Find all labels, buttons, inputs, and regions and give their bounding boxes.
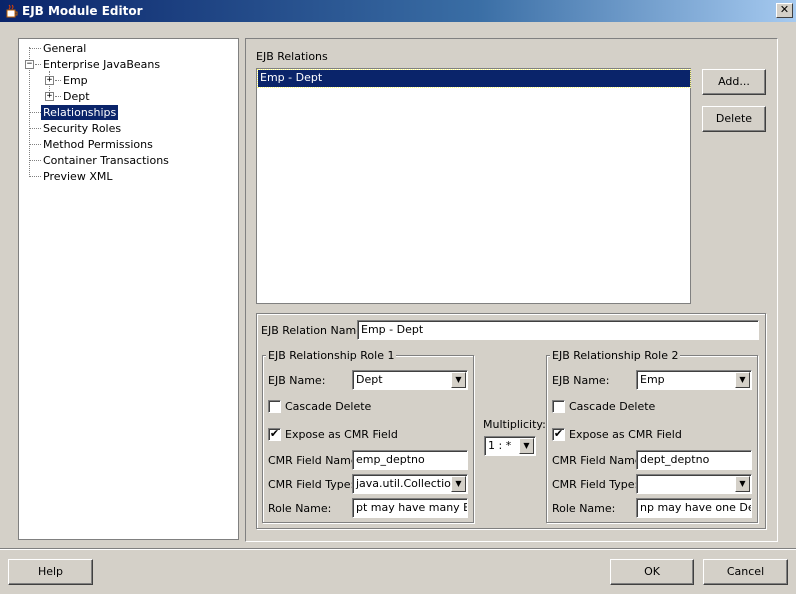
help-button[interactable]: Help bbox=[8, 559, 93, 585]
role1-expose-cmr-label: Expose as CMR Field bbox=[285, 428, 398, 441]
relation-name-input[interactable]: Emp - Dept bbox=[357, 320, 759, 340]
role1-role-name-label: Role Name: bbox=[268, 502, 332, 515]
tree-item-method-permissions[interactable]: Method Permissions bbox=[29, 137, 229, 152]
role2-ejb-name-combo[interactable]: Emp ▼ bbox=[636, 370, 752, 390]
cancel-button[interactable]: Cancel bbox=[703, 559, 788, 585]
relation-name-label: EJB Relation Name: bbox=[261, 324, 367, 337]
role2-expose-cmr-checkbox[interactable]: ✔ bbox=[552, 428, 565, 441]
tree-item-security-roles[interactable]: Security Roles bbox=[29, 121, 229, 136]
ejb-relations-list[interactable]: Emp - Dept bbox=[256, 68, 691, 304]
role1-ejb-name-combo[interactable]: Dept ▼ bbox=[352, 370, 468, 390]
tree-item-general[interactable]: General bbox=[29, 41, 229, 56]
chevron-down-icon[interactable]: ▼ bbox=[519, 438, 534, 454]
chevron-down-icon[interactable]: ▼ bbox=[735, 476, 750, 492]
tree-item-preview-xml[interactable]: Preview XML bbox=[29, 169, 229, 184]
collapse-icon[interactable]: − bbox=[25, 60, 34, 69]
title-bar: EJB Module Editor ✕ bbox=[0, 0, 796, 22]
check-icon: ✔ bbox=[553, 427, 564, 440]
multiplicity-label: Multiplicity: bbox=[483, 418, 546, 431]
role2-cmr-field-name-label: CMR Field Name: bbox=[552, 454, 646, 467]
role1-role-name-input[interactable]: pt may have many Emp bbox=[352, 498, 468, 518]
role2-cascade-delete-checkbox[interactable] bbox=[552, 400, 565, 413]
tree-item-container-transactions[interactable]: Container Transactions bbox=[29, 153, 229, 168]
tree-item-dept[interactable]: + Dept bbox=[43, 89, 223, 104]
close-icon: ✕ bbox=[779, 3, 790, 16]
chevron-down-icon[interactable]: ▼ bbox=[451, 476, 466, 492]
expand-icon[interactable]: + bbox=[45, 92, 54, 101]
role2-title: EJB Relationship Role 2 bbox=[550, 349, 681, 362]
window-title: EJB Module Editor bbox=[22, 4, 143, 18]
tree-item-enterprise-javabeans[interactable]: − Enterprise JavaBeans bbox=[23, 57, 223, 72]
close-button[interactable]: ✕ bbox=[776, 3, 793, 18]
add-button[interactable]: Add... bbox=[702, 69, 766, 95]
role1-ejb-name-label: EJB Name: bbox=[268, 374, 326, 387]
chevron-down-icon[interactable]: ▼ bbox=[451, 372, 466, 388]
role1-expose-cmr-checkbox[interactable]: ✔ bbox=[268, 428, 281, 441]
delete-button[interactable]: Delete bbox=[702, 106, 766, 132]
expand-icon[interactable]: + bbox=[45, 76, 54, 85]
role1-cmr-field-type-combo[interactable]: java.util.Collection ▼ bbox=[352, 474, 468, 494]
role2-expose-cmr-label: Expose as CMR Field bbox=[569, 428, 682, 441]
check-icon: ✔ bbox=[269, 427, 280, 440]
role1-title: EJB Relationship Role 1 bbox=[266, 349, 397, 362]
ok-button[interactable]: OK bbox=[610, 559, 694, 585]
list-item[interactable]: Emp - Dept bbox=[257, 69, 691, 88]
role2-cascade-delete-label: Cascade Delete bbox=[569, 400, 656, 413]
role2-role-name-input[interactable]: np may have one Dept bbox=[636, 498, 752, 518]
role2-role-name-label: Role Name: bbox=[552, 502, 616, 515]
footer-separator bbox=[0, 548, 796, 550]
multiplicity-combo[interactable]: 1 : * ▼ bbox=[484, 436, 536, 456]
role2-cmr-field-name-input[interactable]: dept_deptno bbox=[636, 450, 752, 470]
navigation-tree[interactable]: General − Enterprise JavaBeans + Emp + D… bbox=[18, 38, 239, 540]
role1-cmr-field-name-input[interactable]: emp_deptno bbox=[352, 450, 468, 470]
role1-cmr-field-type-label: CMR Field Type: bbox=[268, 478, 355, 491]
role1-cmr-field-name-label: CMR Field Name: bbox=[268, 454, 362, 467]
tree-item-relationships[interactable]: Relationships bbox=[29, 105, 229, 120]
tree-item-emp[interactable]: + Emp bbox=[43, 73, 223, 88]
role1-cascade-delete-checkbox[interactable] bbox=[268, 400, 281, 413]
chevron-down-icon[interactable]: ▼ bbox=[735, 372, 750, 388]
coffee-cup-icon bbox=[6, 4, 18, 18]
role2-cmr-field-type-combo[interactable]: ▼ bbox=[636, 474, 752, 494]
role2-ejb-name-label: EJB Name: bbox=[552, 374, 610, 387]
role2-cmr-field-type-label: CMR Field Type: bbox=[552, 478, 639, 491]
ejb-relations-header: EJB Relations bbox=[256, 50, 328, 63]
role1-cascade-delete-label: Cascade Delete bbox=[285, 400, 372, 413]
